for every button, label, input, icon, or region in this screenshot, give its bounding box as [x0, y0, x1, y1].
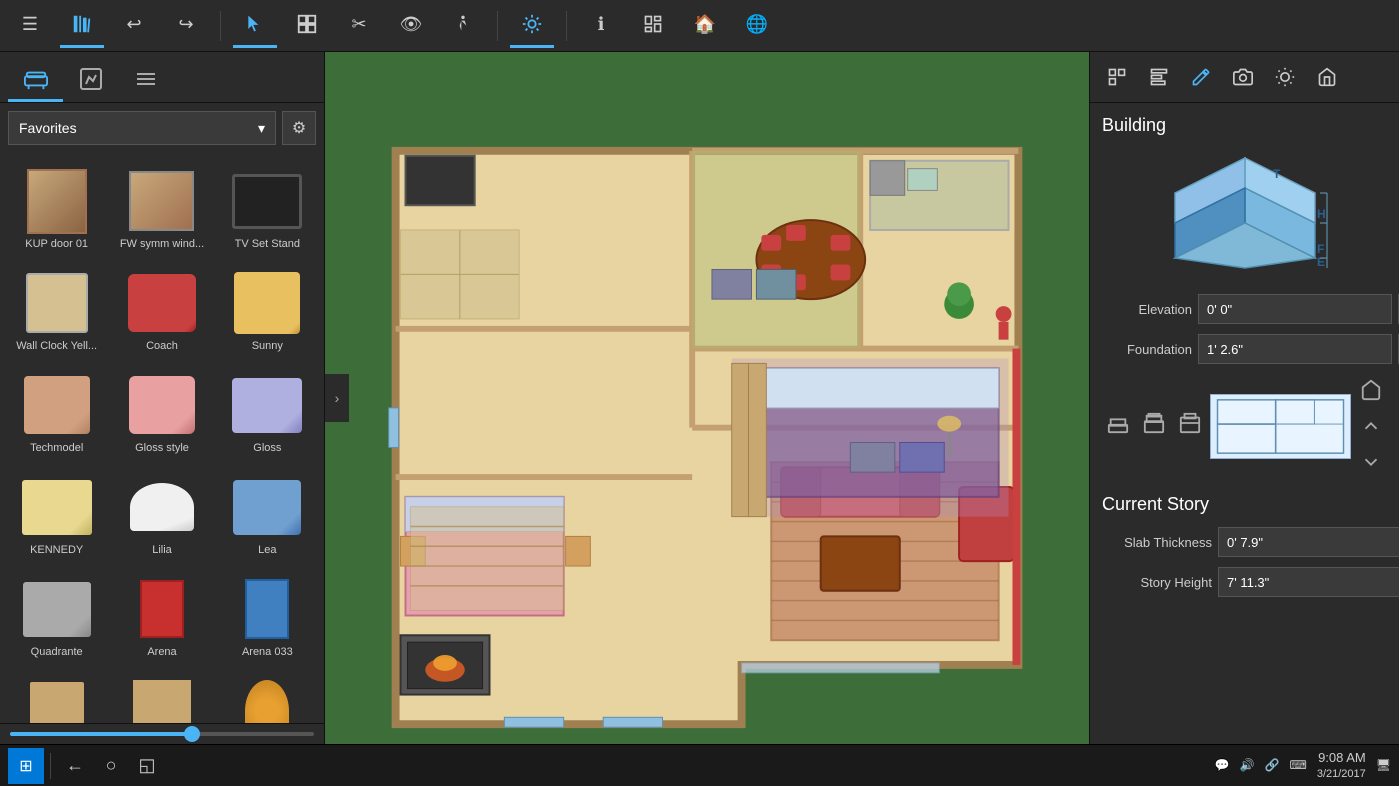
story-thumbnail [1210, 394, 1351, 459]
foundation-row: Foundation − + [1102, 334, 1387, 364]
story-height-row: Story Height − + [1102, 567, 1387, 597]
taskbar-right: 💬 🔊 🔗 ⌨ 9:08 AM 3/21/2017 🖥 [1215, 749, 1391, 783]
up-button[interactable] [1355, 410, 1387, 442]
sun-settings-button[interactable] [1266, 58, 1304, 96]
settings-button[interactable]: ⚙ [282, 111, 316, 145]
circle-button[interactable]: ○ [93, 748, 129, 784]
list-item[interactable]: Techmodel [4, 361, 109, 463]
house-button[interactable]: 🏠 [683, 4, 727, 48]
left-panel: Favorites ▾ ⚙ KUP door 01 FW symm wind..… [0, 52, 325, 744]
zoom-slider[interactable] [0, 723, 324, 744]
building-preview: T H F E [1102, 148, 1387, 278]
list-item[interactable]: Wall Clock Yell... [4, 259, 109, 361]
list-item[interactable]: FW symm wind... [109, 157, 214, 259]
globe-button[interactable]: 🌐 [735, 4, 779, 48]
story-icon-3[interactable] [1174, 407, 1206, 439]
story-icon-1[interactable] [1102, 407, 1134, 439]
info-button[interactable]: ℹ [579, 4, 623, 48]
sun-button[interactable] [510, 4, 554, 48]
keyboard-icon[interactable]: ⌨ [1290, 758, 1307, 772]
story-icons [1102, 407, 1206, 439]
slab-thickness-row: Slab Thickness − + [1102, 527, 1387, 557]
volume-icon[interactable]: 🔊 [1240, 758, 1255, 772]
list-item[interactable] [109, 667, 214, 723]
items-grid: KUP door 01 FW symm wind... TV Set Stand… [0, 153, 324, 723]
slab-thickness-input[interactable] [1218, 527, 1399, 557]
chevron-down-icon: ▾ [258, 120, 265, 137]
home-settings-button[interactable] [1308, 58, 1346, 96]
cut-button[interactable]: ✂ [337, 4, 381, 48]
foundation-input[interactable] [1198, 334, 1392, 364]
group-button[interactable] [285, 4, 329, 48]
add-floor-button[interactable] [1355, 374, 1387, 406]
network-icon[interactable]: 🔗 [1265, 758, 1280, 772]
view-button[interactable]: 👁 [389, 4, 433, 48]
story-height-input[interactable] [1218, 567, 1399, 597]
right-panel-toolbar [1090, 52, 1399, 103]
menu-button[interactable]: ☰ [8, 4, 52, 48]
svg-text:H: H [1317, 207, 1326, 221]
list-item[interactable]: Gloss [215, 361, 320, 463]
slab-thickness-label: Slab Thickness [1102, 535, 1212, 550]
list-item[interactable]: Lilia [109, 463, 214, 565]
story-icon-2[interactable] [1138, 407, 1170, 439]
list-tab[interactable] [118, 58, 173, 102]
list-item[interactable] [4, 667, 109, 723]
expand-panel-button[interactable]: › [325, 374, 349, 422]
list-item[interactable]: Gloss style [109, 361, 214, 463]
design-tab[interactable] [63, 58, 118, 102]
undo-button[interactable]: ↩ [112, 4, 156, 48]
redo-button[interactable]: ↪ [164, 4, 208, 48]
back-button[interactable]: ← [57, 748, 93, 784]
list-item[interactable]: TV Set Stand [215, 157, 320, 259]
list-item[interactable] [215, 667, 320, 723]
list-item[interactable]: Lea [215, 463, 320, 565]
current-story-title: Current Story [1102, 494, 1387, 515]
canvas-area[interactable]: › [325, 52, 1089, 744]
svg-text:T: T [1273, 167, 1281, 181]
notifications-icon[interactable]: 🖥 [1376, 758, 1391, 772]
right-panel-body: Building T H [1090, 103, 1399, 744]
furniture-tab[interactable] [8, 58, 63, 102]
window-button[interactable]: ◱ [129, 748, 165, 784]
layout-button[interactable] [631, 4, 675, 48]
camera-button[interactable] [1224, 58, 1262, 96]
down-button[interactable] [1355, 446, 1387, 478]
slider-thumb[interactable] [184, 726, 200, 742]
story-height-label: Story Height [1102, 575, 1212, 590]
list-item[interactable]: Coach [109, 259, 214, 361]
list-item[interactable]: KENNEDY [4, 463, 109, 565]
svg-text:E: E [1317, 255, 1325, 269]
right-panel: Building T H [1089, 52, 1399, 744]
elevation-row: Elevation − + [1102, 294, 1387, 324]
top-toolbar: ☰ ↩ ↪ ✂ 👁 ℹ 🏠 🌐 [0, 0, 1399, 52]
start-button[interactable]: ⊞ [8, 748, 44, 784]
chat-icon[interactable]: 💬 [1215, 758, 1230, 772]
svg-text:F: F [1317, 242, 1324, 256]
panel-search-row: Favorites ▾ ⚙ [0, 103, 324, 153]
main-content: Favorites ▾ ⚙ KUP door 01 FW symm wind..… [0, 52, 1399, 744]
library-button[interactable] [60, 4, 104, 48]
building-section-title: Building [1102, 115, 1387, 136]
panel-tabs [0, 52, 324, 103]
walk-button[interactable] [441, 4, 485, 48]
align-button[interactable] [1140, 58, 1178, 96]
system-clock: 9:08 AM 3/21/2017 [1317, 749, 1366, 783]
list-item[interactable]: Sunny [215, 259, 320, 361]
list-item[interactable]: Quadrante [4, 565, 109, 667]
favorites-dropdown[interactable]: Favorites ▾ [8, 111, 276, 145]
elevation-label: Elevation [1102, 302, 1192, 317]
list-item[interactable]: KUP door 01 [4, 157, 109, 259]
snap-button[interactable] [1098, 58, 1136, 96]
list-item[interactable]: Arena 033 [215, 565, 320, 667]
list-item[interactable]: Arena [109, 565, 214, 667]
edit-button[interactable] [1182, 58, 1220, 96]
elevation-input[interactable] [1198, 294, 1392, 324]
taskbar: ⊞ ← ○ ◱ 💬 🔊 🔗 ⌨ 9:08 AM 3/21/2017 🖥 [0, 744, 1399, 786]
foundation-label: Foundation [1102, 342, 1192, 357]
select-button[interactable] [233, 4, 277, 48]
